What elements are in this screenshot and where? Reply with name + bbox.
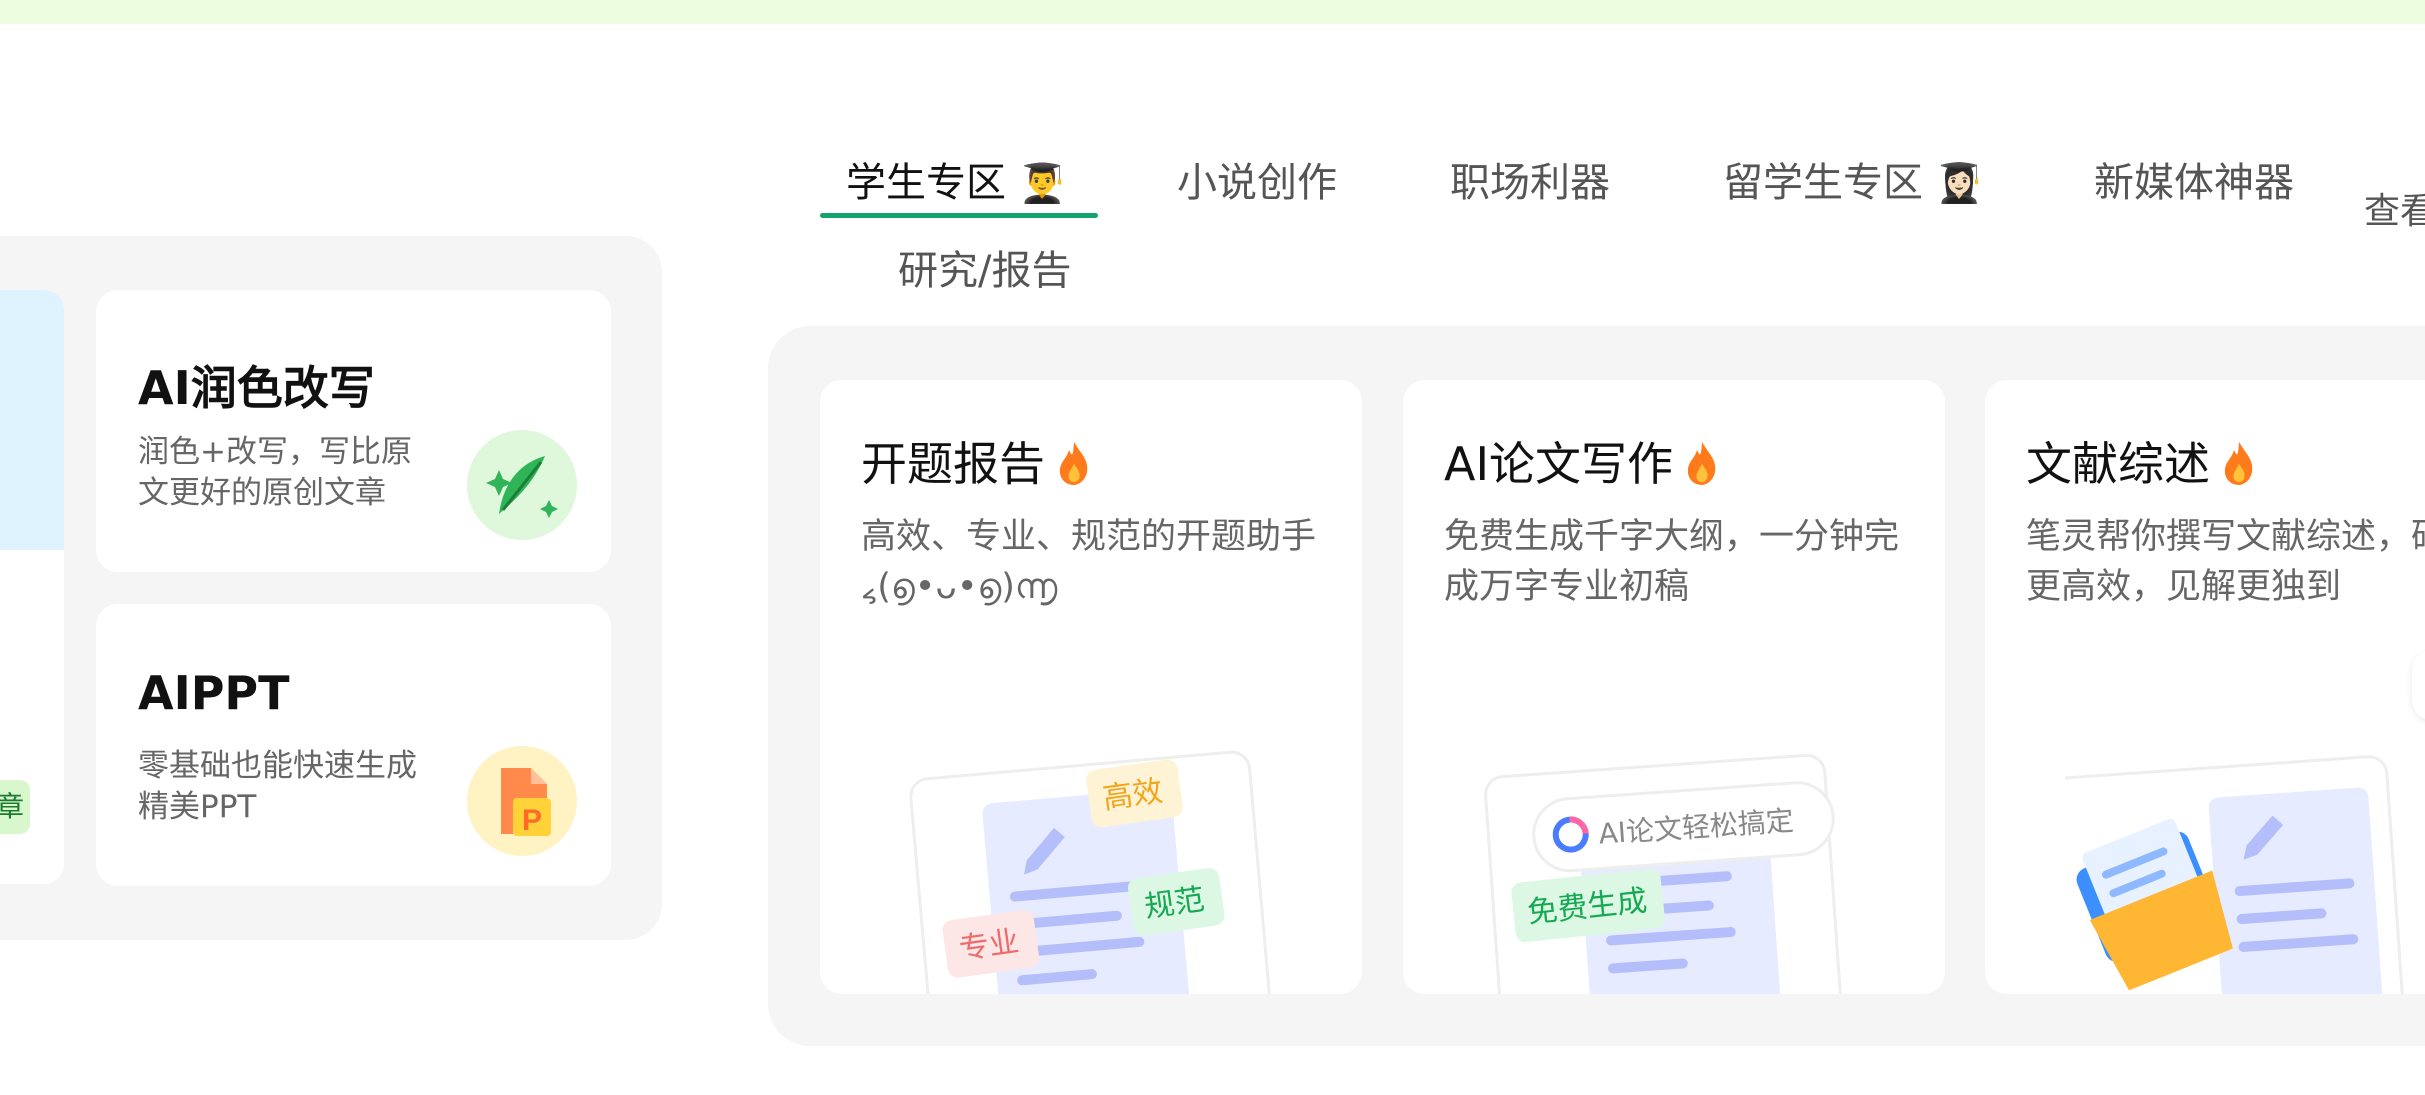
feature-card-ai-thesis[interactable]: AI论文写作 免费生成千字大纲，一分钟完成万字专业初稿 AI论文轻松搞定 免费生… bbox=[1403, 380, 1945, 994]
tool-card-aippt[interactable]: AIPPT 零基础也能快速生成精美PPT P bbox=[96, 604, 611, 886]
tool-card-desc: 零基础也能快速生成精美PPT bbox=[138, 748, 417, 825]
tab-student-zone[interactable]: 学生专区 👨‍🎓 bbox=[846, 150, 1066, 208]
fire-icon bbox=[1685, 440, 1719, 497]
tab-label: 留学生专区 bbox=[1723, 160, 1923, 206]
feature-card-proposal[interactable]: 开题报告 高效、专业、规范的开题助手 ៹(൭•ᴗ•൭)൬ 高效 规范 专业 bbox=[820, 380, 1362, 994]
feature-card-title: 开题报告 bbox=[861, 428, 1091, 497]
view-more-link[interactable]: 查看 bbox=[2364, 182, 2425, 234]
fire-icon bbox=[2222, 440, 2256, 497]
tab-new-media[interactable]: 新媒体神器 bbox=[2094, 150, 2294, 208]
graduate-emoji-icon: 👨‍🎓 bbox=[1018, 161, 1067, 205]
feature-card-desc: 免费生成千字大纲，一分钟完成万字专业初稿 bbox=[1444, 517, 1900, 607]
feature-card-title: AI论文写作 bbox=[1444, 428, 1719, 497]
featured-card-image bbox=[0, 290, 64, 550]
tab-label: 学生专区 bbox=[846, 160, 1006, 206]
feature-title-text: AI论文写作 bbox=[1444, 437, 1674, 491]
feature-card-desc: 高效、专业、规范的开题助手 ៹(൭•ᴗ•൭)൬ bbox=[861, 517, 1317, 607]
tab-research-report[interactable]: 研究/报告 bbox=[898, 238, 1071, 296]
feature-card-literature-review[interactable]: 文献综述 笔灵帮你撰写文献综述，研究更高效，见解更独到 bbox=[1985, 380, 2425, 994]
fire-icon bbox=[1057, 440, 1091, 497]
proposal-illustration: 高效 规范 专业 bbox=[900, 735, 1275, 994]
ppt-file-icon: P bbox=[467, 746, 577, 856]
tool-card-title: AI润色改写 bbox=[138, 361, 375, 415]
tab-study-abroad[interactable]: 留学生专区 👩🏻‍🎓 bbox=[1723, 150, 1983, 208]
svg-text:P: P bbox=[522, 804, 542, 837]
tool-card-desc: 润色+改写，写比原文更好的原创文章 bbox=[138, 434, 412, 511]
feather-sparkle-icon bbox=[467, 430, 577, 540]
ai-thesis-illustration: AI论文轻松搞定 免费生成 bbox=[1483, 735, 1858, 994]
tool-card-title: AIPPT bbox=[138, 666, 290, 720]
active-tab-indicator bbox=[820, 213, 1098, 218]
tab-workplace-tools[interactable]: 职场利器 bbox=[1450, 150, 1610, 208]
literature-review-illustration bbox=[2046, 735, 2425, 994]
tool-card-polish-rewrite[interactable]: AI润色改写 润色+改写，写比原文更好的原创文章 bbox=[96, 290, 611, 572]
student-emoji-icon: 👩🏻‍🎓 bbox=[1935, 161, 1984, 205]
feature-card-title: 文献综述 bbox=[2026, 428, 2256, 497]
featured-card-tag: 章 bbox=[0, 780, 30, 834]
carousel-next-handle[interactable] bbox=[2412, 650, 2425, 720]
feature-card-desc: 笔灵帮你撰写文献综述，研究更高效，见解更独到 bbox=[2026, 517, 2425, 607]
feature-title-text: 开题报告 bbox=[861, 437, 1045, 491]
top-banner-strip bbox=[0, 0, 2425, 24]
feature-title-text: 文献综述 bbox=[2026, 437, 2210, 491]
featured-card-partial[interactable]: 章 bbox=[0, 290, 64, 884]
tab-novel-writing[interactable]: 小说创作 bbox=[1177, 150, 1337, 208]
